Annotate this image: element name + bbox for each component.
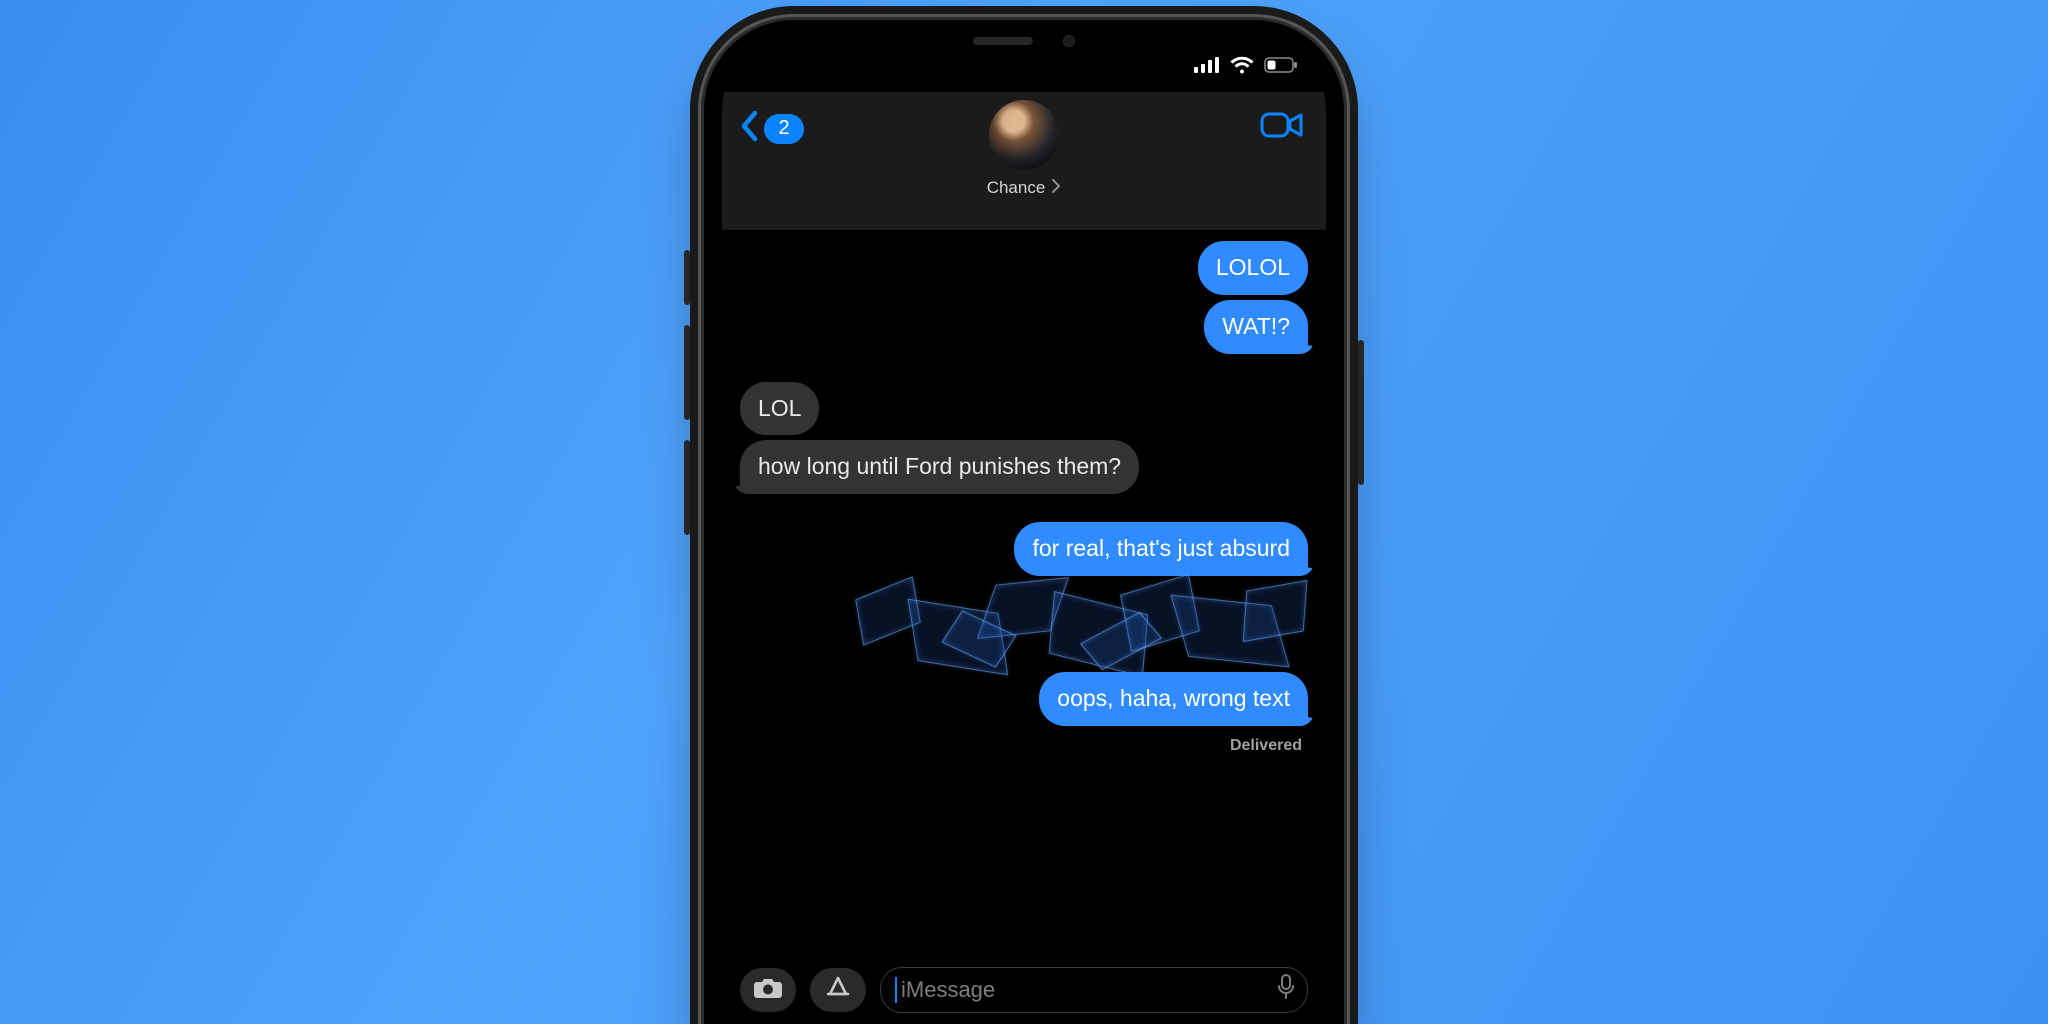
message-row[interactable]: WAT!? [740,300,1308,354]
message-thread[interactable]: LOLOL WAT!? LOL how long until Ford puni… [722,230,1326,1024]
cellular-icon [1194,57,1220,73]
notch [899,20,1149,62]
front-camera [1063,35,1075,47]
sent-bubble[interactable]: oops, haha, wrong text [1039,672,1308,726]
camera-icon [753,976,783,1005]
earpiece-speaker [973,37,1033,45]
avatar [989,100,1059,170]
battery-icon [1264,57,1298,73]
delivered-label: Delivered [740,731,1308,755]
app-store-button[interactable] [810,968,866,1012]
volume-up-button[interactable] [684,325,690,420]
wifi-icon [1230,56,1254,74]
message-input[interactable]: iMessage [880,967,1308,1013]
chevron-right-icon [1051,178,1061,198]
video-icon [1260,127,1304,144]
text-caret [895,977,897,1003]
camera-button[interactable] [740,968,796,1012]
message-row[interactable]: how long until Ford punishes them? [740,440,1308,494]
message-placeholder: iMessage [901,977,995,1003]
message-row[interactable]: LOL [740,382,1308,436]
facetime-button[interactable] [1260,110,1304,145]
conversation-header: 2 Chance [722,92,1326,230]
sent-bubble[interactable]: WAT!? [1204,300,1308,354]
received-bubble[interactable]: how long until Ford punishes them? [740,440,1139,494]
unread-badge: 2 [764,114,804,144]
received-bubble[interactable]: LOL [740,382,819,436]
app-store-icon [825,975,851,1006]
input-bar: iMessage [740,960,1308,1020]
mute-switch[interactable] [684,250,690,305]
chevron-left-icon [740,110,760,147]
side-power-button[interactable] [1358,340,1364,485]
volume-down-button[interactable] [684,440,690,535]
message-row[interactable]: LOLOL [740,241,1308,295]
sent-bubble[interactable]: for real, that's just absurd [1014,522,1308,576]
iphone-frame: 2 Chance [704,20,1344,1024]
contact-name-label: Chance [987,178,1046,198]
microphone-icon [1277,980,1295,1005]
dictation-button[interactable] [1277,974,1295,1006]
unsent-message-effect[interactable] [848,581,1308,667]
sent-bubble[interactable]: LOLOL [1198,241,1308,295]
message-row[interactable]: oops, haha, wrong text [740,672,1308,726]
contact-info-button[interactable]: Chance [987,100,1062,198]
message-row[interactable]: for real, that's just absurd [740,522,1308,576]
screen: 2 Chance [722,38,1326,1024]
back-button[interactable]: 2 [740,110,804,147]
